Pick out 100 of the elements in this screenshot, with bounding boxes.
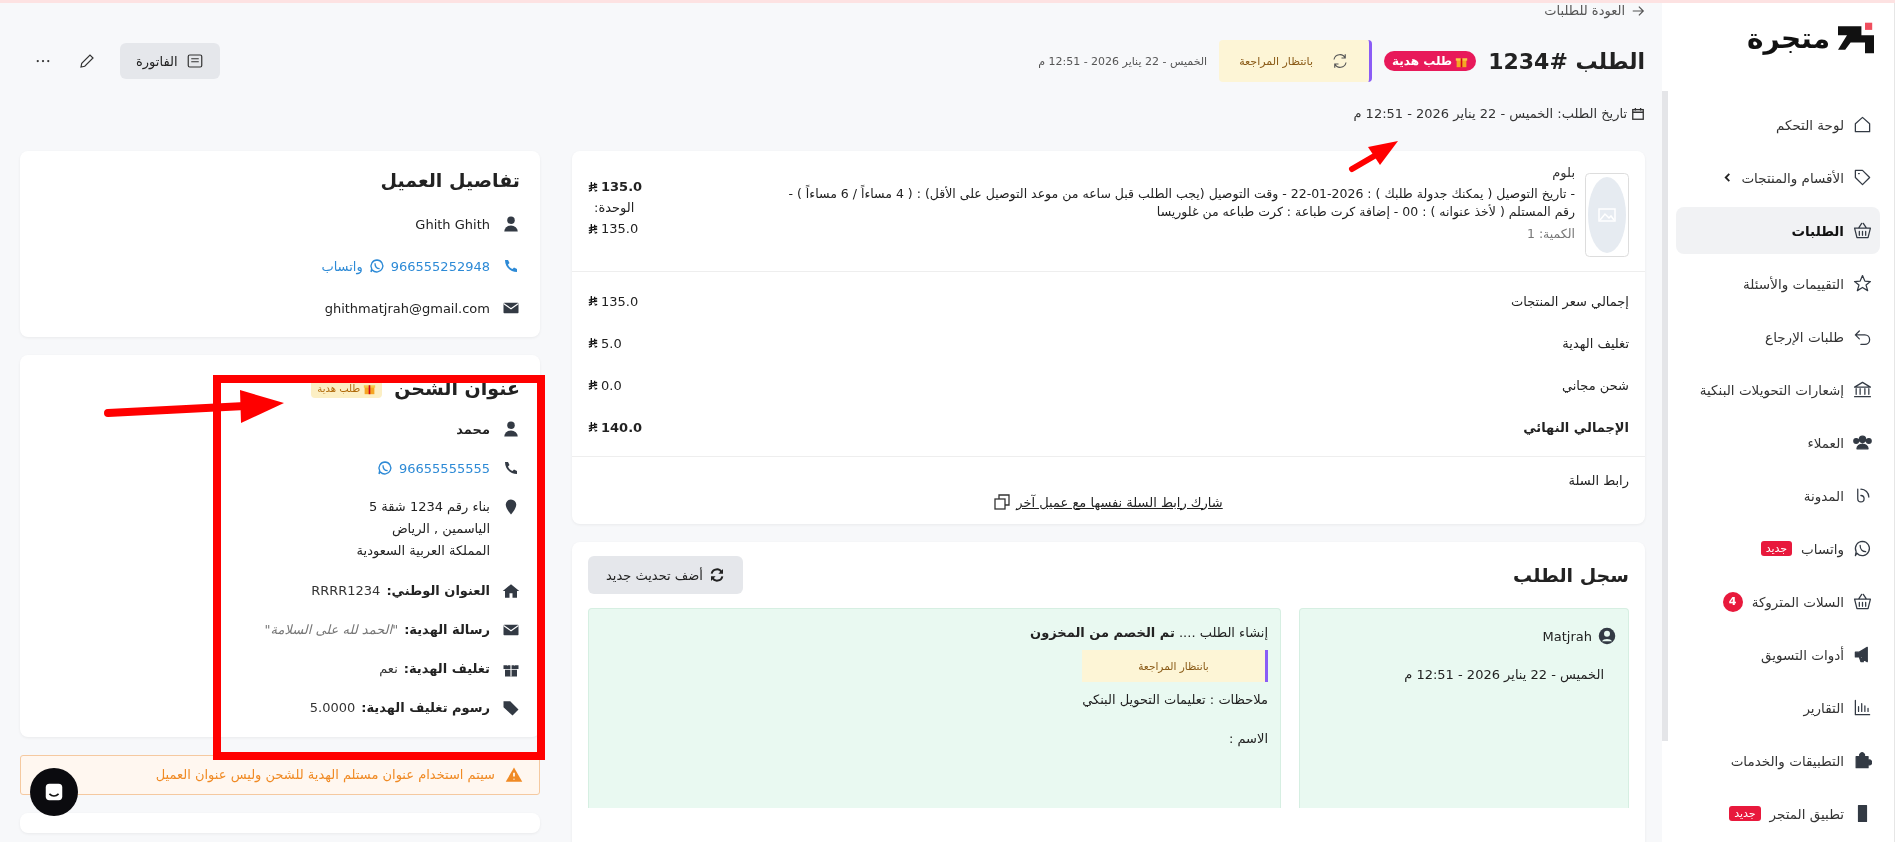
tag-icon (1853, 168, 1872, 187)
sidebar-item-label: العملاء (1807, 434, 1844, 451)
bank-icon (1853, 380, 1872, 399)
sidebar-item[interactable]: تطبيق المتجر جديد (1676, 790, 1880, 837)
edit-icon[interactable] (78, 52, 96, 70)
product-name: بلوم (1551, 165, 1575, 180)
shipping-title: عنوان الشحن (394, 377, 520, 399)
copy-icon[interactable] (994, 494, 1011, 510)
sidebar-item[interactable]: لوحة التحكم (1676, 101, 1880, 148)
history-actor: Matjrah (1542, 628, 1592, 644)
sidebar-item[interactable]: الطلبات (1676, 207, 1880, 254)
sidebar-item-label: لوحة التحكم (1775, 116, 1844, 133)
address-line: بناء رقم 1234 شقة 5 (367, 498, 490, 517)
logo-icon (1838, 22, 1874, 54)
field-value: RRRR1234 (311, 583, 381, 599)
address-line: المملكة العربية السعودية (356, 542, 490, 561)
back-link[interactable]: العودة للطلبات (1544, 3, 1645, 18)
sidebar-item-label: المدونة (1803, 487, 1844, 504)
customer-name: Ghith Ghith (415, 216, 490, 232)
puzzle-icon (1853, 751, 1872, 770)
riyal-icon (588, 222, 598, 235)
total-value: 135.0 (588, 293, 639, 309)
annotation-arrow (1349, 141, 1398, 172)
sidebar-item-label: أدوات التسويق (1761, 646, 1844, 663)
riyal-icon (588, 180, 598, 193)
calendar-icon (1631, 106, 1645, 121)
count-badge: 4 (1722, 591, 1743, 612)
return-arrow-icon (1853, 327, 1872, 346)
customer-email: ghithmatjrah@gmail.com (324, 300, 490, 316)
status-pill[interactable]: بانتظار المراجعة (1219, 40, 1373, 82)
phone-icon (502, 459, 520, 477)
riyal-icon (588, 421, 598, 433)
field-value: نعم (379, 661, 398, 677)
field-label: تغليف الهدية: (403, 661, 490, 677)
sidebar-item-label: التقييمات والأسئلة (1743, 275, 1844, 292)
phone-icon (502, 257, 520, 275)
whatsapp-icon (377, 460, 393, 476)
whatsapp-icon (368, 258, 385, 274)
warning-icon (505, 765, 523, 784)
warning-text: سيتم استخدام عنوان مستلم الهدية للشحن وليس عنوان العميل (155, 767, 495, 783)
sidebar-item-label: إشعارات التحويلات البنكية (1699, 381, 1844, 398)
history-date: الخميس - 22 يناير 2026 - 12:51 م (1403, 667, 1605, 682)
sidebar-item[interactable]: العملاء (1676, 419, 1880, 466)
order-date: تاريخ الطلب: الخميس - 22 يناير 2026 - 12:51 م (1353, 106, 1627, 121)
user-circle-icon (1598, 627, 1616, 645)
whatsapp-link[interactable]: واتساب (321, 258, 363, 274)
riyal-icon (588, 379, 598, 391)
sidebar-item-label: التقارير (1803, 699, 1844, 716)
basket-icon (1853, 221, 1872, 240)
riyal-icon (588, 337, 598, 349)
invoice-button[interactable]: الفاتورة (120, 43, 220, 79)
field-label: العنوان الوطني: (386, 583, 490, 599)
total-label: الإجمالي النهائي (1523, 419, 1629, 435)
total-label: شحن مجاني (1561, 377, 1629, 393)
share-cart-link[interactable]: شارك رابط السلة نفسها مع عميل آخر (1016, 494, 1223, 510)
sidebar-item[interactable]: التطبيقات والخدمات (1676, 737, 1880, 784)
new-badge: جديد (1760, 541, 1793, 556)
total-label: تغليف الهدية (1562, 335, 1629, 351)
star-icon (1853, 274, 1872, 293)
field-value: 5.0000 (309, 700, 356, 716)
tag-icon (502, 698, 520, 717)
sidebar-item[interactable]: المدونة (1676, 472, 1880, 519)
history-message: إنشاء الطلب .... تم الخصم من المخزون (1030, 625, 1268, 640)
sidebar-item[interactable]: إشعارات التحويلات البنكية (1676, 366, 1880, 413)
cart-link-label: رابط السلة (1567, 473, 1629, 488)
riyal-icon (588, 295, 598, 307)
basket-icon (1853, 592, 1872, 611)
sidebar-item[interactable]: أدوات التسويق (1676, 631, 1880, 678)
add-update-button[interactable]: أضف تحديث جديد (588, 556, 743, 594)
receipt-icon (185, 52, 204, 70)
sidebar-item-label: الطلبات (1791, 222, 1844, 239)
product-quantity: الكمية: 1 (1525, 226, 1575, 242)
sidebar-item[interactable]: طلبات الإرجاع (1676, 313, 1880, 360)
home-icon (1853, 115, 1872, 134)
total-value: 0.0 (588, 377, 622, 393)
sidebar-item-label: تطبيق المتجر (1769, 805, 1844, 822)
arrow-icon (1631, 3, 1645, 18)
sidebar-item[interactable]: التقييمات والأسئلة (1676, 260, 1880, 307)
history-notes: ملاحظات : تعليمات التحويل البنكي (1082, 692, 1268, 707)
user-icon (502, 420, 520, 438)
status-date: الخميس - 22 يناير 2026 - 12:51 م (1038, 54, 1208, 68)
product-price: 135.0 (588, 179, 643, 194)
sidebar-item-label: الأقسام والمنتجات (1741, 169, 1844, 186)
logo-text: متجرة (1747, 21, 1830, 55)
product-description: - تاريخ التوصيل ( يمكنك جدولة طلبك ) : 2026-01-22 - وقت التوصيل (يجب الطلب قبل ساعه من موعد التوصيل على الأقل) : ( 4 مساءاً / 6 مساءاً ) - رقم المستلم ( لأخذ عنوانه ) : 00 - إضافة كرت طباعة : كرت طباعه من غلوريسا (787, 185, 1575, 222)
recipient-phone-link[interactable]: 96655555555 (399, 460, 490, 476)
sidebar-item[interactable]: التقارير (1676, 684, 1880, 731)
gift-badge: طلب هدية (1384, 51, 1477, 71)
sidebar-item[interactable]: الأقسام والمنتجات (1676, 154, 1880, 201)
users-icon (1853, 433, 1872, 452)
total-value: 5.0 (588, 335, 622, 351)
customer-phone-link[interactable]: 966555252948 (390, 258, 490, 274)
sidebar-item-label: طلبات الإرجاع (1765, 328, 1844, 345)
history-title: سجل الطلب (1513, 564, 1629, 586)
sidebar-item-label: التطبيقات والخدمات (1730, 752, 1844, 769)
sidebar-item[interactable]: واتساب جديد (1676, 525, 1880, 572)
new-badge: جديد (1729, 806, 1761, 821)
history-name-label: الاسم : (1228, 731, 1268, 746)
field-label: رسوم تغليف الهدية: (361, 700, 490, 716)
sidebar-item-label: السلات المتروكة (1751, 593, 1844, 610)
